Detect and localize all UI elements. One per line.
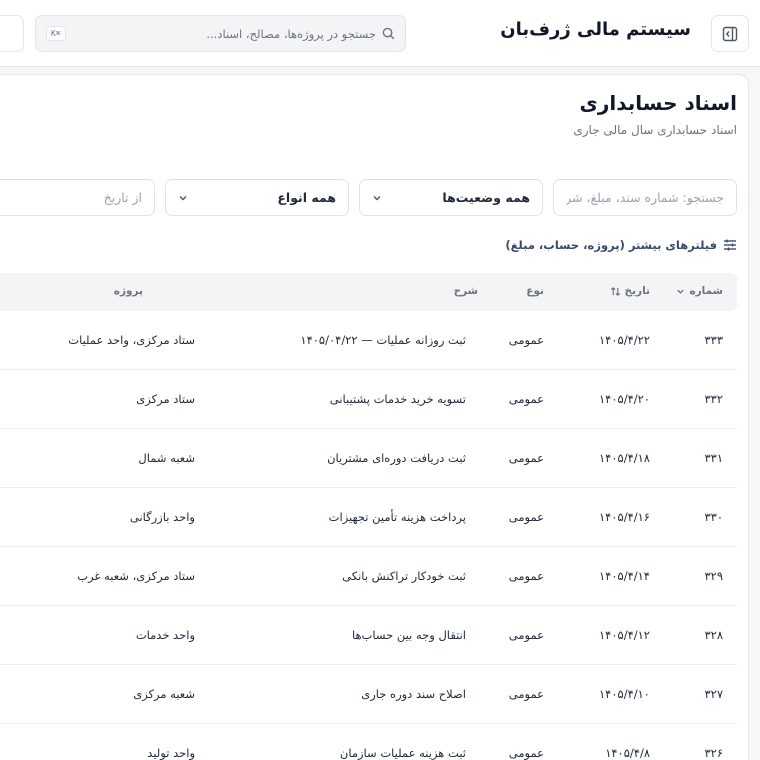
cell-type: عمومی xyxy=(508,746,544,760)
chevron-down-icon xyxy=(372,193,382,203)
table-row[interactable]: ۳۲۷ ۱۴۰۵/۴/۱۰ عمومی اصلاح سند دوره جاری … xyxy=(0,665,737,724)
cell-description: ثبت هزینه عملیات سازمان xyxy=(339,746,466,760)
cell-number: ۳۳۲ xyxy=(704,392,723,406)
cell-number: ۳۲۸ xyxy=(704,628,723,642)
more-filters-toggle[interactable]: فیلترهای بیشتر (پروژه، حساب، مبلغ) xyxy=(505,238,737,252)
chevron-down-icon xyxy=(178,193,188,203)
type-filter-value: همه انواع xyxy=(277,190,336,205)
cell-description: انتقال وجه بین حساب‌ها xyxy=(351,628,466,642)
cell-date: ۱۴۰۵/۴/۱۰ xyxy=(599,687,650,701)
sliders-icon xyxy=(723,238,737,252)
cell-number: ۳۲۶ xyxy=(704,746,723,760)
cell-type: عمومی xyxy=(508,451,544,465)
cell-description: پرداخت هزینه تأمین تجهیزات xyxy=(328,510,466,524)
chevron-down-icon xyxy=(676,287,685,296)
cell-project: واحد تولید xyxy=(147,746,195,760)
cell-date: ۱۴۰۵/۴/۱۶ xyxy=(599,510,650,524)
cell-description: ثبت روزانه عملیات — ۱۴۰۵/۰۴/۲۲ xyxy=(300,333,466,347)
cell-project: شعبه مرکزی xyxy=(133,687,195,701)
document-search-input[interactable] xyxy=(566,190,724,205)
table-header: شماره تاریخ نوع شرح پروژه xyxy=(0,273,737,311)
table-row[interactable]: ۳۳۱ ۱۴۰۵/۴/۱۸ عمومی ثبت دریافت دوره‌ای م… xyxy=(0,429,737,488)
column-header-type[interactable]: نوع xyxy=(526,285,544,297)
table-row[interactable]: ۳۳۳ ۱۴۰۵/۴/۲۲ عمومی ثبت روزانه عملیات — … xyxy=(0,311,737,370)
column-header-description[interactable]: شرح xyxy=(454,285,478,297)
cell-type: عمومی xyxy=(508,628,544,642)
column-header-number[interactable]: شماره xyxy=(676,285,723,297)
cell-date: ۱۴۰۵/۴/۸ xyxy=(605,746,650,760)
cell-project: شعبه شمال xyxy=(138,451,195,465)
cell-type: عمومی xyxy=(508,333,544,347)
app-title: سیستم مالی ژرف‌بان xyxy=(500,19,691,40)
document-search-field[interactable] xyxy=(553,179,737,216)
cell-project: ستاد مرکزی، واحد عملیات xyxy=(68,333,195,347)
cell-description: ثبت خودکار تراکنش بانکی xyxy=(342,569,466,583)
status-filter-value: همه وضعیت‌ها xyxy=(442,190,530,205)
column-project-label: پروژه xyxy=(113,285,143,297)
cell-number: ۳۳۳ xyxy=(704,333,723,347)
column-type-label: نوع xyxy=(526,285,544,297)
sort-icon xyxy=(610,286,621,297)
date-from-placeholder: از تاریخ xyxy=(103,190,142,205)
cell-number: ۳۲۷ xyxy=(704,687,723,701)
cell-type: عمومی xyxy=(508,687,544,701)
date-from-field[interactable]: از تاریخ xyxy=(0,179,155,216)
search-icon xyxy=(382,27,395,40)
cell-date: ۱۴۰۵/۴/۱۸ xyxy=(599,451,650,465)
top-bar: سیستم مالی ژرف‌بان K⌘ xyxy=(0,0,760,67)
cell-project: ستاد مرکزی xyxy=(136,392,195,406)
shortcut-badge: K⌘ xyxy=(46,26,66,41)
cell-description: تسویه خرید خدمات پشتیبانی xyxy=(329,392,466,406)
column-header-date[interactable]: تاریخ xyxy=(610,285,650,297)
table-row[interactable]: ۳۲۸ ۱۴۰۵/۴/۱۲ عمومی انتقال وجه بین حساب‌… xyxy=(0,606,737,665)
cell-project: ستاد مرکزی، شعبه غرب xyxy=(77,569,195,583)
more-filters-label: فیلترهای بیشتر (پروژه، حساب، مبلغ) xyxy=(505,238,717,252)
global-search[interactable]: K⌘ xyxy=(35,15,406,52)
cell-project: واحد بازرگانی xyxy=(129,510,195,524)
table-row[interactable]: ۳۲۶ ۱۴۰۵/۴/۸ عمومی ثبت هزینه عملیات سازم… xyxy=(0,724,737,760)
cell-number: ۳۳۰ xyxy=(704,510,723,524)
cell-date: ۱۴۰۵/۴/۲۰ xyxy=(599,392,650,406)
table-row[interactable]: ۳۲۹ ۱۴۰۵/۴/۱۴ عمومی ثبت خودکار تراکنش با… xyxy=(0,547,737,606)
user-menu-dropdown[interactable] xyxy=(0,15,24,52)
column-header-project[interactable]: پروژه xyxy=(114,285,143,297)
table-row[interactable]: ۳۳۰ ۱۴۰۵/۴/۱۶ عمومی پرداخت هزینه تأمین ت… xyxy=(0,488,737,547)
documents-table: شماره تاریخ نوع شرح پروژه ۳۳۳ ۱۴۰۵/۴/۲۲ … xyxy=(0,273,737,760)
cell-number: ۳۳۱ xyxy=(704,451,723,465)
column-number-label: شماره xyxy=(689,285,723,297)
cell-type: عمومی xyxy=(508,392,544,406)
cell-description: اصلاح سند دوره جاری xyxy=(361,687,466,701)
main-card: اسناد حسابداری اسناد حسابداری سال مالی ج… xyxy=(0,74,749,760)
cell-type: عمومی xyxy=(508,569,544,583)
column-date-label: تاریخ xyxy=(624,285,650,297)
cell-number: ۳۲۹ xyxy=(704,569,723,583)
sidebar-toggle-button[interactable] xyxy=(711,15,749,52)
sidebar-collapse-icon xyxy=(722,26,738,42)
type-filter-select[interactable]: همه انواع xyxy=(165,179,349,216)
cell-description: ثبت دریافت دوره‌ای مشتریان xyxy=(327,451,466,465)
table-row[interactable]: ۳۳۲ ۱۴۰۵/۴/۲۰ عمومی تسویه خرید خدمات پشت… xyxy=(0,370,737,429)
column-description-label: شرح xyxy=(453,285,478,297)
cell-type: عمومی xyxy=(508,510,544,524)
cell-project: واحد خدمات xyxy=(135,628,195,642)
page-title: اسناد حسابداری xyxy=(579,91,737,115)
cell-date: ۱۴۰۵/۴/۲۲ xyxy=(599,333,650,347)
global-search-input[interactable] xyxy=(65,26,376,41)
status-filter-select[interactable]: همه وضعیت‌ها xyxy=(359,179,543,216)
chevron-down-icon xyxy=(0,29,1,39)
cell-date: ۱۴۰۵/۴/۱۴ xyxy=(599,569,650,583)
cell-date: ۱۴۰۵/۴/۱۲ xyxy=(599,628,650,642)
page-subtitle: اسناد حسابداری سال مالی جاری xyxy=(573,123,737,137)
